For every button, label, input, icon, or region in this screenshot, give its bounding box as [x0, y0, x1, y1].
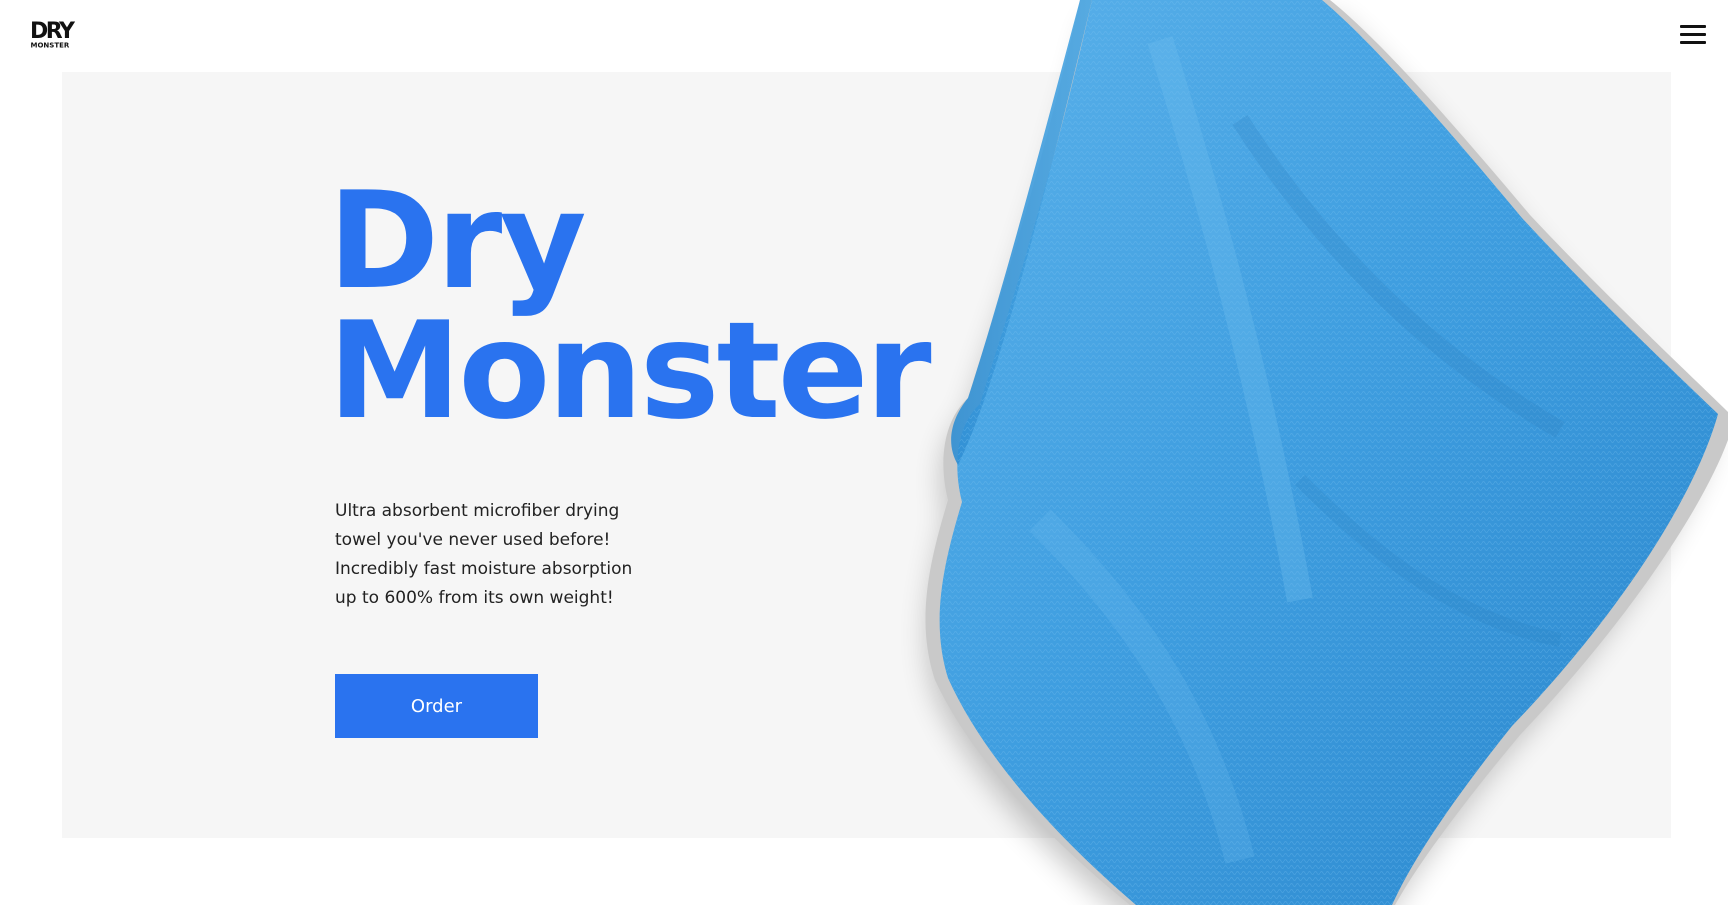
hero-description: Ultra absorbent microfiber drying towel …	[335, 497, 655, 613]
dry-monster-logo-icon: DRY MONSTER	[30, 19, 78, 50]
hero-description-line: towel you've never used before!	[335, 530, 611, 550]
order-button[interactable]: Order	[335, 674, 538, 738]
hamburger-menu-icon[interactable]	[1677, 22, 1711, 46]
hero-title: Dry Monster	[328, 163, 932, 449]
hero-description-line: Incredibly fast moisture absorption	[335, 559, 633, 579]
logo-wordmark-dry: DRY	[30, 19, 76, 44]
landing-page: DRY MONSTER Dry Monster Ultra absorbent …	[0, 0, 1728, 905]
hero-title-line1: Dry	[328, 163, 587, 319]
hero-title-line2: Monster	[328, 293, 932, 449]
hero-description-line: Ultra absorbent microfiber drying	[335, 501, 620, 521]
menu-line	[1680, 33, 1706, 36]
menu-line	[1680, 25, 1706, 28]
menu-line	[1680, 41, 1706, 44]
hero-description-line: up to 600% from its own weight!	[335, 588, 614, 608]
logo-wordmark-monster: MONSTER	[31, 42, 70, 50]
brand-logo[interactable]: DRY MONSTER	[29, 18, 79, 50]
